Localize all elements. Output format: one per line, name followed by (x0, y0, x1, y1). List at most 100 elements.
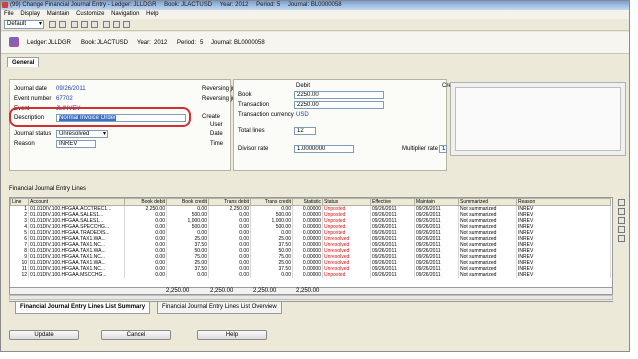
transaction-currency-label: Transaction currency (238, 112, 294, 118)
update-button[interactable]: Update (9, 330, 79, 340)
find-icon[interactable] (103, 21, 110, 28)
year-value: 2012 (154, 40, 168, 46)
col-header[interactable]: Book debit (124, 198, 167, 206)
col-header[interactable]: Reason (516, 198, 611, 206)
table-cell: 0.00000 (292, 272, 323, 278)
reason-label: Reason (14, 141, 35, 147)
table-row[interactable]: 12 01.01DIV.100.HFGAA.MSCCHG... 0.00 0.00 0.… (10, 272, 611, 278)
total-trans-debit: 2,250.00 (253, 288, 277, 294)
book-label: Book: (81, 40, 97, 46)
table-cell: 09/26/2011 (414, 272, 459, 278)
cancel-button[interactable]: Cancel (101, 330, 171, 340)
help-button[interactable]: Help (197, 330, 267, 340)
debit-header: Debit (296, 83, 311, 89)
copy-icon[interactable] (618, 217, 625, 224)
col-header[interactable]: Effective (370, 198, 415, 206)
book-debit-value: 2250.00 (297, 92, 319, 98)
divisor-rate-field[interactable]: 1.0000000 (294, 145, 354, 153)
tab-lines-overview[interactable]: Financial Journal Entry Lines List Overv… (157, 302, 282, 314)
highlight-ring (9, 107, 191, 127)
ledger-label: Ledger: (27, 40, 48, 46)
tab-strip: General (1, 55, 629, 67)
journal-date-value: 09/26/2011 (56, 86, 86, 92)
horizontal-scrollbar[interactable] (9, 295, 613, 300)
menu-maintain[interactable]: Maintain (47, 11, 70, 17)
totals-row: 2,250.00 2,250.00 2,250.00 2,250.00 (9, 287, 613, 295)
preview-area (455, 87, 621, 151)
journal-status-value: Unresolved (59, 131, 90, 137)
view-select-value: Default (7, 21, 27, 27)
pencil-icon[interactable] (618, 226, 625, 233)
ledger-value: JLLDGR (48, 40, 72, 46)
total-lines-label: Total lines (238, 128, 265, 134)
bottom-tab-strip: Financial Journal Entry Lines List Summa… (9, 301, 613, 315)
tab-general[interactable]: General (7, 57, 40, 67)
total-lines-field[interactable]: 12 (294, 127, 316, 135)
view-select[interactable]: Default ▾ (4, 20, 44, 29)
journal-status-select[interactable]: Unresolved ▾ (56, 130, 108, 138)
col-header[interactable]: Summarized (458, 198, 517, 206)
journal-panel: Journal date 09/26/2011 Event number 677… (9, 79, 235, 171)
col-header[interactable]: Maintain (414, 198, 459, 206)
menu-help[interactable]: Help (146, 11, 158, 17)
trash-icon[interactable] (618, 235, 625, 242)
grid-header-row: Line Account Book debit Book credit Tran… (10, 198, 611, 206)
toolbar: Default ▾ (1, 19, 629, 31)
tab-lines-summary[interactable]: Financial Journal Entry Lines List Summa… (15, 302, 151, 314)
edit-icon[interactable] (81, 21, 88, 28)
reason-field[interactable]: INREV (56, 140, 96, 148)
col-header[interactable]: Trans credit (250, 198, 293, 206)
journal-label: Journal: (211, 40, 233, 46)
lines-section-label: Financial Journal Entry Lines (9, 186, 87, 192)
grid-side-toolbar (617, 197, 627, 244)
title-journal: Journal: BL0000058 (287, 2, 342, 8)
col-header[interactable]: Status (322, 198, 371, 206)
menu-navigation[interactable]: Navigation (111, 11, 139, 17)
period-label: Period: (177, 40, 197, 46)
plus-icon[interactable] (618, 208, 625, 215)
table-cell: 0.00 (166, 272, 209, 278)
delete-icon[interactable] (91, 21, 98, 28)
app-icon (2, 2, 8, 8)
grid-icon[interactable] (113, 21, 120, 28)
transaction-amount-label: Transaction (238, 102, 270, 108)
menu-display[interactable]: Display (20, 11, 40, 17)
table-cell: 0.00 (250, 272, 293, 278)
new-icon[interactable] (71, 21, 78, 28)
period-value: 5 (200, 40, 204, 46)
journal-status-label: Journal status (14, 131, 52, 137)
title-bar: (99) Change Financial Journal Entry - Le… (1, 1, 629, 10)
table-cell: 0.00 (208, 272, 251, 278)
time-label: Time (210, 141, 224, 147)
table-cell: 09/26/2011 (370, 272, 415, 278)
book-debit-field[interactable]: 2250.00 (294, 91, 384, 99)
menu-customize[interactable]: Customize (76, 11, 104, 17)
col-header[interactable]: Line (10, 198, 29, 206)
chevron-down-icon: ▾ (38, 21, 42, 27)
total-trans-credit: 2,250.00 (296, 288, 320, 294)
reversing-label-2: Reversing jr (202, 96, 235, 102)
total-book-debit: 2,250.00 (166, 288, 190, 294)
col-header[interactable]: Trans debit (208, 198, 251, 206)
chart-icon[interactable] (123, 21, 130, 28)
app-window: (99) Change Financial Journal Entry - Le… (0, 0, 630, 352)
menu-bar: File Display Maintain Customize Navigati… (1, 10, 629, 19)
reversing-label: Reversing jr (202, 86, 235, 92)
table-cell: 01.01DIV.100.HFGAA.MSCCHG... (28, 272, 125, 278)
multiplier-rate-field[interactable]: 1. (439, 145, 447, 153)
col-header[interactable]: Book credit (166, 198, 209, 206)
multiplier-rate-label: Multiplier rate (402, 146, 439, 152)
transaction-debit-field[interactable]: 2250.00 (294, 101, 384, 109)
save-icon[interactable] (49, 21, 56, 28)
transaction-debit-value: 2250.00 (297, 102, 319, 108)
journal-value: BL0000058 (234, 40, 265, 46)
print-icon[interactable] (59, 21, 66, 28)
menu-file[interactable]: File (4, 11, 14, 17)
table-cell: Unposted (322, 272, 371, 278)
title-book: Book: JLACTUSD (164, 2, 213, 8)
binoculars-icon[interactable] (618, 199, 625, 206)
ledger-icon (9, 37, 19, 47)
col-header[interactable]: Statistic (292, 198, 323, 206)
amounts-panel: Debit Cre Book 2250.00 Transaction 2250.… (233, 79, 452, 171)
col-header[interactable]: Account (28, 198, 125, 206)
